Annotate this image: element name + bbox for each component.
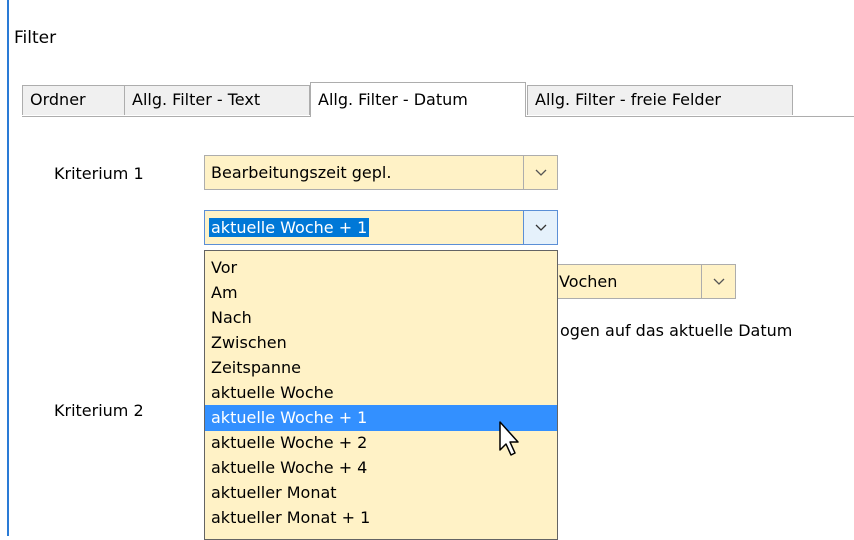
kriterium-1-unit-value: Vochen	[559, 272, 618, 291]
window-border	[7, 0, 9, 536]
kriterium-1-operator-combo[interactable]: aktuelle Woche + 1	[204, 210, 558, 245]
chevron-down-icon[interactable]	[523, 211, 557, 244]
tab-ordner[interactable]: Ordner	[22, 85, 125, 115]
kriterium-1-label: Kriterium 1	[54, 164, 144, 183]
list-item-aktuelle-woche[interactable]: aktuelle Woche	[205, 380, 557, 406]
kriterium-1-relative-note: ogen auf das aktuelle Datum	[560, 321, 793, 340]
tab-strip: Ordner Allg. Filter - Text Allg. Filter …	[22, 82, 854, 117]
list-item-vor[interactable]: Vor	[205, 255, 557, 281]
kriterium-1-operator-value: aktuelle Woche + 1	[209, 218, 370, 237]
list-item-aktueller-monat[interactable]: aktueller Monat	[205, 480, 557, 506]
kriterium-1-field-value: Bearbeitungszeit gepl.	[211, 163, 392, 182]
list-item-zeitspanne[interactable]: Zeitspanne	[205, 355, 557, 381]
operator-dropdown-list[interactable]: Vor Am Nach Zwischen Zeitspanne aktuelle…	[204, 250, 558, 540]
chevron-down-icon[interactable]	[523, 156, 557, 189]
list-item-am[interactable]: Am	[205, 280, 557, 306]
tab-allg-filter-freie-felder[interactable]: Allg. Filter - freie Felder	[527, 85, 793, 115]
chevron-down-icon[interactable]	[701, 265, 735, 298]
mouse-pointer-icon	[498, 420, 522, 464]
tab-allg-filter-datum[interactable]: Allg. Filter - Datum	[310, 82, 526, 117]
list-item-aktueller-monat-plus-1[interactable]: aktueller Monat + 1	[205, 505, 557, 531]
kriterium-2-label: Kriterium 2	[54, 401, 144, 420]
list-item-zwischen[interactable]: Zwischen	[205, 330, 557, 356]
list-item-nach[interactable]: Nach	[205, 305, 557, 331]
kriterium-1-field-combo[interactable]: Bearbeitungszeit gepl.	[204, 155, 558, 190]
tab-allg-filter-text[interactable]: Allg. Filter - Text	[124, 85, 310, 115]
window-title: Filter	[14, 28, 57, 48]
